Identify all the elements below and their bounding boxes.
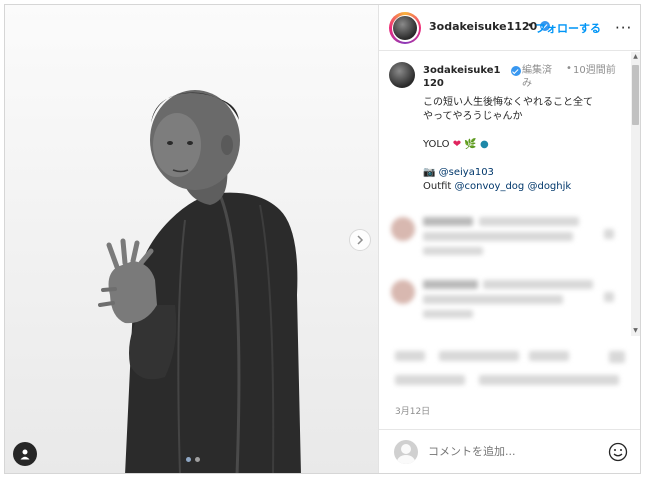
caption-time[interactable]: 10週間前: [573, 64, 621, 77]
post-dialog: 3odakeisuke1120 • フォローする ··· 3odakeisuke…: [4, 4, 641, 474]
caption-yolo-line: YOLO ❤ 🌿 ●: [423, 138, 633, 152]
avatar: [393, 16, 417, 40]
blurred-text: [423, 232, 573, 241]
blurred-text: [529, 351, 569, 361]
chevron-right-icon: [357, 235, 364, 245]
camera-emoji: 📷: [423, 167, 436, 178]
tagged-users-button[interactable]: [13, 442, 37, 466]
user-tag-icon: [20, 449, 30, 460]
blurred-text: [479, 375, 619, 385]
header-username-text[interactable]: 3odakeisuke1120: [429, 20, 537, 33]
blurred-icon: [609, 351, 625, 363]
blurred-text: [439, 351, 519, 361]
blurred-icon: [604, 229, 614, 239]
edited-label: 編集済み: [522, 65, 552, 89]
mention-link[interactable]: @seiya103: [439, 167, 494, 178]
outfit-label: Outfit: [423, 181, 452, 192]
emoji-smile-icon[interactable]: [608, 442, 628, 462]
header-separator: •: [527, 19, 534, 32]
caption-line: この短い人生後悔なくやれること全て: [423, 97, 593, 108]
story-ring-avatar[interactable]: [389, 12, 421, 44]
post-header: 3odakeisuke1120 • フォローする ···: [379, 5, 640, 51]
blurred-text: [395, 351, 425, 361]
current-user-avatar: [394, 440, 418, 464]
caption-credit-line: 📷 @seiya103: [423, 166, 633, 180]
person-photo: [98, 90, 301, 473]
post-photo[interactable]: [5, 5, 378, 473]
globe-emoji: ●: [479, 139, 489, 150]
scroll-up-arrow-icon[interactable]: ▲: [631, 52, 640, 62]
caption-outfit-line: Outfit @convoy_dog @doghjk: [423, 180, 633, 194]
blurred-text: [423, 217, 473, 226]
blurred-icon: [604, 292, 614, 302]
more-options-icon[interactable]: ···: [615, 19, 632, 37]
next-image-button[interactable]: [349, 229, 371, 251]
mention-link[interactable]: @doghjk: [527, 181, 571, 192]
carousel-indicator: [186, 457, 200, 462]
blurred-text: [395, 375, 465, 385]
blurred-text: [423, 280, 478, 289]
heart-emoji: ❤: [452, 139, 462, 150]
caption-text: この短い人生後悔なくやれること全て やってやろうじゃんか YOLO ❤ 🌿 ● …: [423, 96, 633, 194]
blurred-text: [479, 217, 579, 226]
caption-line: やってやろうじゃんか: [423, 111, 523, 122]
blurred-text: [423, 295, 563, 304]
plant-emoji: 🌿: [464, 139, 477, 150]
carousel-dot-active: [186, 457, 191, 462]
scroll-thumb[interactable]: [632, 65, 639, 125]
comment-input[interactable]: [428, 445, 598, 458]
blurred-text: [483, 280, 593, 289]
blurred-text: [423, 310, 473, 318]
caption-avatar[interactable]: [389, 62, 415, 88]
blurred-text: [423, 247, 483, 255]
follow-button[interactable]: フォローする: [535, 20, 601, 36]
avatar-border: [391, 14, 419, 42]
comments-area: 3odakeisuke1120 編集済み • 10週間前 この短い人生後悔なくや…: [379, 52, 640, 336]
post-side-panel: 3odakeisuke1120 • フォローする ··· 3odakeisuke…: [378, 5, 640, 473]
blurred-avatar: [391, 217, 415, 241]
verified-badge-icon: [511, 66, 521, 76]
blurred-avatar: [391, 280, 415, 304]
comments-scrollbar[interactable]: ▲ ▼: [631, 52, 640, 336]
mention-link[interactable]: @convoy_dog: [455, 181, 525, 192]
carousel-dot: [195, 457, 200, 462]
yolo-text: YOLO: [423, 139, 450, 150]
scroll-down-arrow-icon[interactable]: ▼: [631, 326, 640, 336]
caption-username[interactable]: 3odakeisuke1120: [423, 64, 505, 90]
post-date[interactable]: 3月12日: [395, 404, 430, 417]
caption-dot: •: [566, 63, 572, 74]
comment-composer: [379, 429, 640, 473]
